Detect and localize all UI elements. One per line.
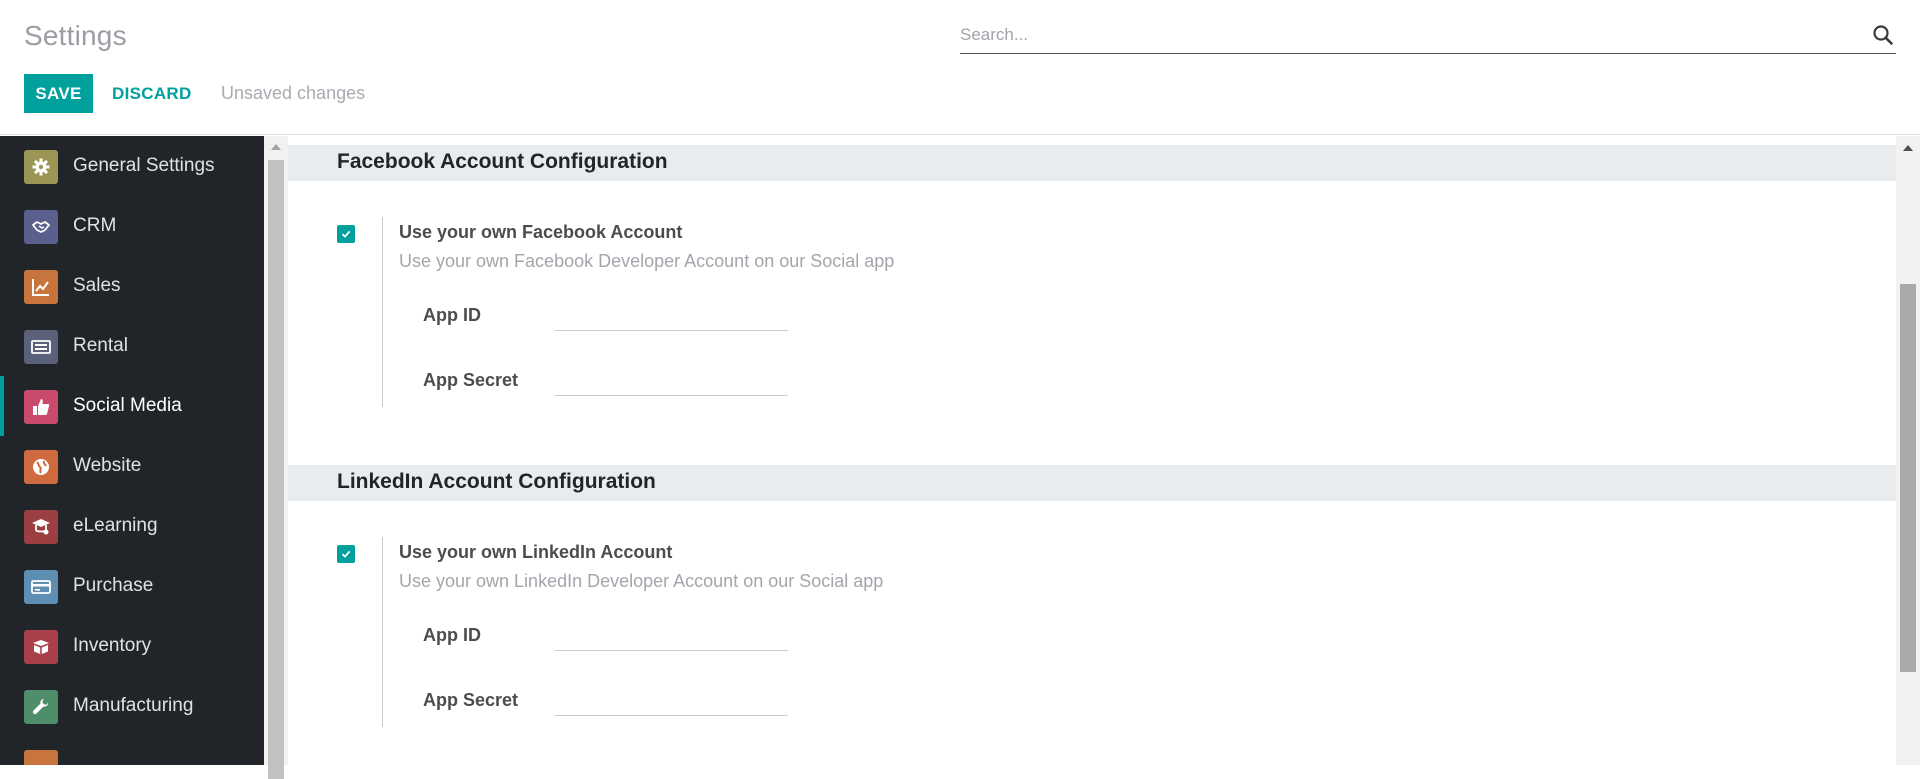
sidebar-item-partial[interactable] [0, 736, 264, 765]
search-input[interactable] [960, 22, 1840, 48]
setting-linkedin-account: Use your own LinkedIn Account Use your o… [337, 537, 1337, 727]
credit-card-icon [24, 570, 58, 604]
setting-title: Use your own Facebook Account [399, 222, 683, 242]
setting-title: Use your own LinkedIn Account [399, 542, 673, 562]
chart-line-icon [24, 270, 58, 304]
scrollbar-thumb[interactable] [1900, 284, 1916, 672]
discard-button[interactable]: DISCARD [104, 74, 200, 113]
scroll-up-arrow-icon[interactable] [1903, 145, 1913, 151]
sidebar-item-rental[interactable]: Rental [0, 316, 264, 376]
search-icon[interactable] [1872, 24, 1894, 46]
app-secret-label: App Secret [423, 690, 519, 710]
page-scrollbar[interactable] [1896, 136, 1920, 765]
divider [382, 217, 383, 407]
sidebar-item-label: CRM [73, 215, 117, 236]
handshake-icon [24, 210, 58, 244]
settings-content: Facebook Account Configuration Use your … [288, 136, 1896, 765]
settings-sidebar: General Settings CRM Sales Rental Social… [0, 136, 264, 765]
sidebar-item-social-media[interactable]: Social Media [0, 376, 264, 436]
sidebar-item-label: General Settings [73, 155, 215, 176]
sidebar-item-label: Rental [73, 335, 128, 356]
linkedin-app-secret-input[interactable] [555, 687, 788, 716]
box-icon [24, 630, 58, 664]
sidebar-item-crm[interactable]: CRM [0, 196, 264, 256]
page-title: Settings [24, 20, 127, 51]
unsaved-changes-status: Unsaved changes [221, 83, 366, 103]
search-box[interactable] [960, 18, 1896, 54]
sidebar-scrollbar[interactable] [264, 136, 288, 779]
sidebar-item-label: Social Media [73, 395, 182, 416]
facebook-app-id-input[interactable] [555, 302, 788, 331]
setting-description: Use your own Facebook Developer Account … [399, 251, 895, 271]
app-icon [24, 750, 58, 765]
gear-icon [24, 150, 58, 184]
control-panel: Settings SAVE DISCARD Unsaved changes [0, 0, 1920, 135]
keyboard-icon [24, 330, 58, 364]
setting-description: Use your own LinkedIn Developer Account … [399, 571, 884, 591]
use-own-linkedin-checkbox[interactable] [337, 545, 355, 563]
thumbs-up-icon [24, 390, 58, 424]
setting-facebook-account: Use your own Facebook Account Use your o… [337, 217, 1337, 407]
sidebar-item-elearning[interactable]: eLearning [0, 496, 264, 556]
save-button[interactable]: SAVE [24, 74, 93, 113]
app-secret-label: App Secret [423, 370, 519, 390]
sidebar-item-general-settings[interactable]: General Settings [0, 136, 264, 196]
divider [382, 537, 383, 727]
section-title: Facebook Account Configuration [337, 150, 668, 173]
facebook-app-secret-input[interactable] [555, 367, 788, 396]
scroll-up-arrow-icon[interactable] [271, 144, 281, 150]
use-own-facebook-checkbox[interactable] [337, 225, 355, 243]
check-icon [341, 550, 351, 558]
section-header-linkedin: LinkedIn Account Configuration [288, 465, 1896, 501]
linkedin-app-id-input[interactable] [555, 622, 788, 651]
sidebar-item-label: Inventory [73, 635, 152, 656]
sidebar-item-label: Purchase [73, 575, 154, 596]
sidebar-item-label: eLearning [73, 515, 158, 536]
scrollbar-thumb[interactable] [268, 160, 284, 779]
sidebar-item-manufacturing[interactable]: Manufacturing [0, 676, 264, 736]
sidebar-item-label: Sales [73, 275, 121, 296]
app-id-label: App ID [423, 625, 481, 645]
sidebar-item-label: Manufacturing [73, 695, 194, 716]
sidebar-item-purchase[interactable]: Purchase [0, 556, 264, 616]
globe-icon [24, 450, 58, 484]
wrench-icon [24, 690, 58, 724]
section-title: LinkedIn Account Configuration [337, 470, 656, 493]
check-icon [341, 230, 351, 238]
sidebar-item-sales[interactable]: Sales [0, 256, 264, 316]
sidebar-item-label: Website [73, 455, 142, 476]
sidebar-item-website[interactable]: Website [0, 436, 264, 496]
app-id-label: App ID [423, 305, 481, 325]
sidebar-item-inventory[interactable]: Inventory [0, 616, 264, 676]
graduation-icon [24, 510, 58, 544]
section-header-facebook: Facebook Account Configuration [288, 145, 1896, 181]
